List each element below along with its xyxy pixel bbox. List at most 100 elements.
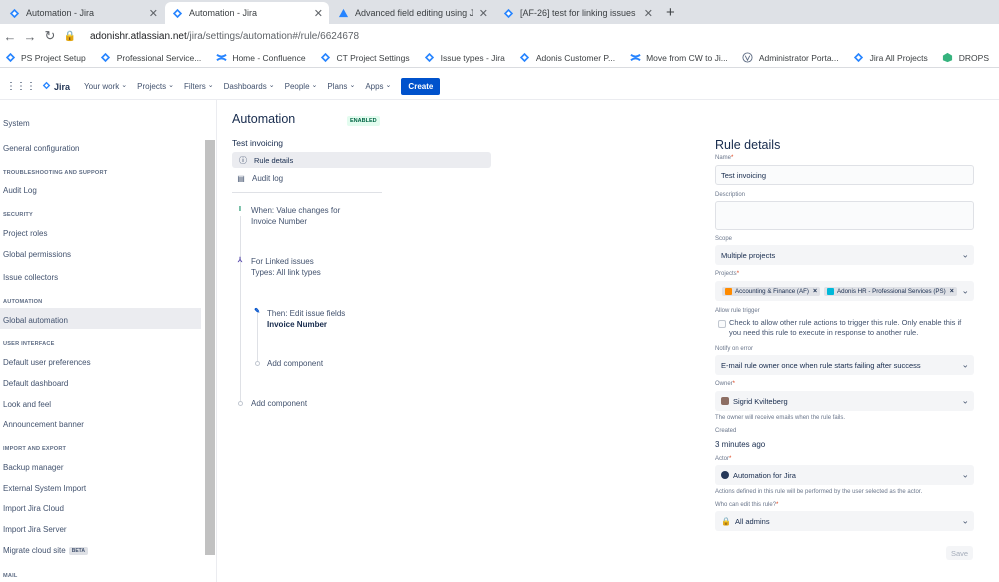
bookmark-item[interactable]: Issue types - Jira <box>424 52 505 64</box>
sidebar-item-issue-collectors[interactable]: Issue collectors <box>3 273 58 282</box>
automation-bot-icon <box>721 471 729 479</box>
browser-tab[interactable]: [AF-26] test for linking issues - Ji ✕ <box>496 2 659 24</box>
sidebar-item-global-permissions[interactable]: Global permissions <box>3 250 71 259</box>
menu-people[interactable]: People <box>285 82 318 91</box>
new-tab-button[interactable]: + <box>666 4 675 21</box>
sidebar-item-default-preferences[interactable]: Default user preferences <box>3 358 91 367</box>
project-chip[interactable]: Accounting & Finance (AF) × <box>722 286 821 296</box>
sidebar-item-import-jira-cloud[interactable]: Import Jira Cloud <box>3 504 64 513</box>
lock-icon[interactable]: 🔒 <box>60 31 80 42</box>
add-component-inner[interactable]: Add component <box>267 358 323 369</box>
name-field[interactable]: Test invoicing <box>715 165 974 185</box>
sidebar-item-default-dashboard[interactable]: Default dashboard <box>3 379 68 388</box>
sidebar-item-project-roles[interactable]: Project roles <box>3 229 47 238</box>
sidebar-heading: IMPORT AND EXPORT <box>3 446 67 452</box>
sidebar-item-migrate-cloud-site[interactable]: Migrate cloud site BETA <box>3 546 88 555</box>
created-value: 3 minutes ago <box>715 440 766 449</box>
reload-icon[interactable]: ↻ <box>40 28 60 44</box>
browser-tab-active[interactable]: Automation - Jira ✕ <box>165 2 329 24</box>
component-title: When: Value changes for <box>251 206 341 215</box>
close-icon[interactable]: ✕ <box>644 7 653 20</box>
jira-logo-text[interactable]: Jira <box>54 82 70 92</box>
scope-select[interactable]: Multiple projects ⌄ <box>715 245 974 265</box>
menu-projects[interactable]: Projects <box>137 82 174 91</box>
nav-rule-details[interactable]: ⓘ Rule details <box>232 152 491 168</box>
jira-logo-icon <box>519 52 531 64</box>
tab-title: Automation - Jira <box>26 8 95 18</box>
label-text: Owner <box>715 381 733 387</box>
sidebar-item-import-jira-server[interactable]: Import Jira Server <box>3 525 67 534</box>
branch-component[interactable]: For Linked issues Types: All link types <box>251 256 321 278</box>
allow-trigger-checkbox[interactable] <box>718 320 726 328</box>
bookmark-item[interactable]: DROPS <box>942 52 989 64</box>
back-icon[interactable]: ← <box>0 29 20 44</box>
divider <box>232 192 382 193</box>
rule-outline-panel: Automation ENABLED Test invoicing ⓘ Rule … <box>230 100 491 582</box>
action-component[interactable]: Then: Edit issue fields Invoice Number <box>267 308 345 330</box>
bookmark-item[interactable]: Adonis Customer P... <box>519 52 615 64</box>
sidebar-item-backup-manager[interactable]: Backup manager <box>3 463 63 472</box>
add-component-outer[interactable]: Add component <box>251 398 307 409</box>
menu-your-work[interactable]: Your work <box>84 82 127 91</box>
sidebar-heading: TROUBLESHOOTING AND SUPPORT <box>3 170 108 176</box>
sidebar-scrollbar[interactable] <box>205 140 215 555</box>
nav-label: Rule details <box>254 155 294 165</box>
jira-logo-icon <box>171 7 183 19</box>
save-button[interactable]: Save <box>946 546 973 560</box>
close-icon[interactable]: ✕ <box>479 7 488 20</box>
owner-label: Owner* <box>715 381 735 387</box>
remove-icon[interactable]: × <box>813 288 817 295</box>
section-title: Rule details <box>715 138 781 152</box>
sidebar-item-announcement-banner[interactable]: Announcement banner <box>3 420 84 429</box>
app-switcher-icon[interactable]: ⋮⋮⋮ <box>6 81 36 92</box>
create-button[interactable]: Create <box>401 78 441 95</box>
bookmark-label: Move from CW to Ji... <box>646 52 728 63</box>
bookmark-item[interactable]: Administrator Porta... <box>742 52 839 64</box>
owner-select[interactable]: Sigrid Kvilteberg ⌄ <box>715 391 974 411</box>
menu-dashboards[interactable]: Dashboards <box>224 82 275 91</box>
tab-title: Automation - Jira <box>189 8 258 18</box>
jira-logo-icon <box>424 52 436 64</box>
sidebar-item-global-automation[interactable]: Global automation <box>3 316 68 325</box>
bookmark-item[interactable]: PS Project Setup <box>4 52 86 64</box>
bookmark-label: Administrator Porta... <box>758 52 839 63</box>
chip-label: Accounting & Finance (AF) <box>735 287 809 295</box>
trigger-component[interactable]: When: Value changes for Invoice Number <box>251 205 340 227</box>
avatar <box>721 397 729 405</box>
lock-icon: 🔒 <box>721 516 731 526</box>
forward-icon[interactable]: → <box>20 29 40 44</box>
bookmark-item[interactable]: Jira All Projects <box>853 52 928 64</box>
description-field[interactable] <box>715 201 974 230</box>
project-avatar-icon <box>827 287 835 295</box>
created-label: Created <box>715 428 737 434</box>
admin-sidebar: System General configuration TROUBLESHOO… <box>0 100 217 582</box>
jira-logo-icon <box>8 7 20 19</box>
nav-audit-log[interactable]: ▤ Audit log <box>232 170 382 186</box>
remove-icon[interactable]: × <box>950 288 954 295</box>
sidebar-item-system[interactable]: System <box>3 119 30 128</box>
notify-select[interactable]: E-mail rule owner once when rule starts … <box>715 355 974 375</box>
sidebar-item-audit-log[interactable]: Audit Log <box>3 186 37 195</box>
jira-logo-icon[interactable] <box>42 81 51 92</box>
browser-tab[interactable]: Advanced field editing using JSO ✕ <box>331 2 494 24</box>
menu-plans[interactable]: Plans <box>327 82 355 91</box>
bookmark-item[interactable]: Home - Confluence <box>215 52 306 64</box>
sidebar-item-look-and-feel[interactable]: Look and feel <box>3 400 51 409</box>
url-field[interactable]: adonishr.atlassian.net/jira/settings/aut… <box>90 31 359 42</box>
close-icon[interactable]: ✕ <box>149 7 158 20</box>
menu-filters[interactable]: Filters <box>184 82 214 91</box>
select-value: E-mail rule owner once when rule starts … <box>721 360 921 370</box>
actor-select[interactable]: Automation for Jira ⌄ <box>715 465 974 485</box>
projects-select[interactable]: Accounting & Finance (AF) × Adonis HR - P… <box>715 281 974 301</box>
status-badge[interactable]: ENABLED <box>347 116 380 126</box>
browser-tab[interactable]: Automation - Jira ✕ <box>2 2 164 24</box>
close-icon[interactable]: ✕ <box>314 7 323 20</box>
bookmark-item[interactable]: CT Project Settings <box>320 52 410 64</box>
edit-permission-select[interactable]: 🔒 All admins ⌄ <box>715 511 974 531</box>
sidebar-item-external-import[interactable]: External System Import <box>3 484 86 493</box>
menu-apps[interactable]: Apps <box>365 82 391 91</box>
sidebar-item-general[interactable]: General configuration <box>3 144 80 153</box>
project-chip[interactable]: Adonis HR - Professional Services (PS) × <box>824 286 957 296</box>
bookmark-item[interactable]: Move from CW to Ji... <box>629 52 728 64</box>
bookmark-item[interactable]: Professional Service... <box>100 52 201 64</box>
